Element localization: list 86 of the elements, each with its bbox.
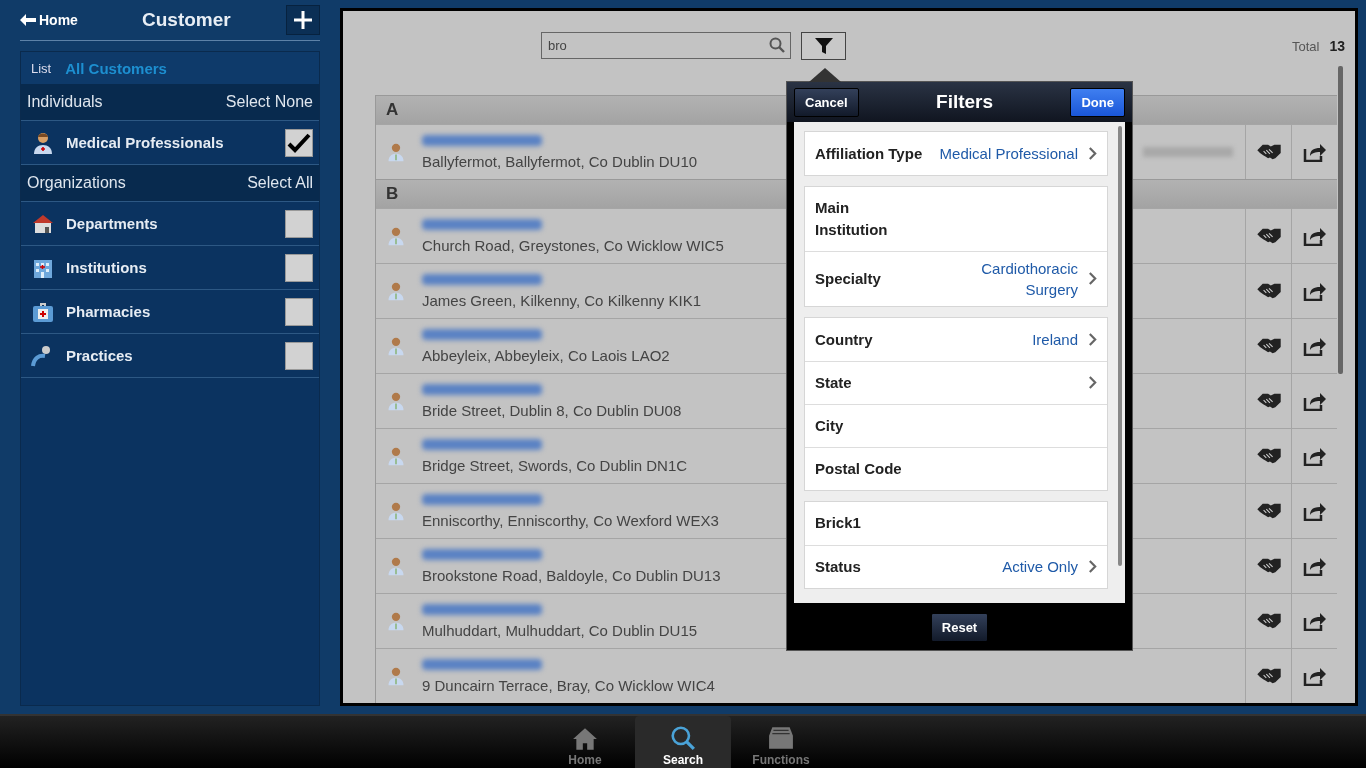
checkbox[interactable] [285,209,313,238]
handshake-icon [1255,143,1282,161]
customer-address: Bride Street, Dublin 8, Co Dublin DU08 [422,401,682,419]
filter-row[interactable]: City [805,403,1107,447]
share-icon [1302,391,1327,411]
customer-address: Brookstone Road, Baldoyle, Co Dublin DU13 [422,566,721,584]
handshake-icon [1255,447,1282,465]
handshake-icon [1255,337,1282,355]
share-icon [1302,281,1327,301]
page-title: Customer [142,9,232,31]
filter-row[interactable]: Status Active Only [805,544,1107,588]
done-button[interactable]: Done [1070,87,1125,117]
search-icon [670,725,696,751]
tab[interactable]: Home [537,716,633,768]
doctor-icon [386,665,406,687]
search-field[interactable]: bro [541,32,791,59]
checkbox[interactable] [285,253,313,282]
select-link[interactable]: Select All [247,174,313,192]
doctor-icon [386,555,406,577]
group-label: Individuals [27,93,103,111]
doctor-icon [31,130,55,155]
category-label: Departments [66,215,159,232]
filter-row[interactable]: Country Ireland [805,317,1107,361]
category-label: Medical Professionals [66,134,225,151]
scrollbar[interactable] [1338,66,1343,374]
scrollbar[interactable] [1118,126,1122,566]
back-arrow-icon [20,14,36,26]
filter-button[interactable] [801,32,846,60]
cancel-button[interactable]: Cancel [794,87,859,117]
share-icon [1302,336,1327,356]
handshake-icon [1255,392,1282,410]
house-icon [572,727,598,751]
doctor-icon [386,141,406,163]
checkbox[interactable] [285,297,313,326]
add-button[interactable] [286,5,320,35]
customer-address: 9 Duncairn Terrace, Bray, Co Wicklow WIC4 [422,676,715,694]
customer-address: Church Road, Greystones, Co Wicklow WIC5 [422,236,724,254]
category-label: Institutions [66,259,148,276]
group-label: Organizations [27,174,126,192]
doctor-icon [386,280,406,302]
total-label: Total [1291,39,1320,54]
home-back-link[interactable]: Home [20,12,142,28]
doctor-icon [386,335,406,357]
funnel-icon [813,36,834,56]
filter-row[interactable]: Specialty Cardiothoracic Surgery [805,250,1107,306]
plus-icon [293,10,313,30]
share-icon [1302,226,1327,246]
reset-button[interactable]: Reset [930,612,989,642]
customer-address: Ballyfermot, Ballyfermot, Co Dublin DU10 [422,152,698,170]
total-count: 13 [1329,38,1345,54]
category-label: Pharmacies [66,303,152,320]
doctor-icon [386,445,406,467]
list-label: List [31,60,52,76]
doctor-icon [386,225,406,247]
doctor-icon [386,500,406,522]
customer-address: Mulhuddart, Mulhuddart, Co Dublin DU15 [422,621,698,639]
handshake-icon [1255,502,1282,520]
handshake-icon [1255,667,1282,685]
customer-address: Enniscorthy, Enniscorthy, Co Wexford WEX3 [422,511,719,529]
handshake-icon [1255,612,1282,630]
customer-address: James Green, Kilkenny, Co Kilkenny KIK1 [422,291,702,309]
filter-row[interactable]: State [805,360,1107,404]
share-icon [1302,611,1327,631]
share-icon [1302,446,1327,466]
search-icon [769,37,785,53]
tab[interactable]: Functions [733,716,829,768]
handshake-icon [1255,557,1282,575]
drawer-icon [768,725,794,751]
customer-address: Abbeyleix, Abbeyleix, Co Laois LAO2 [422,346,670,364]
share-icon [1302,556,1327,576]
category-label: Practices [66,347,134,364]
share-icon [1302,666,1327,686]
share-icon [1302,142,1327,162]
select-link[interactable]: Select None [225,93,313,111]
doctor-icon [386,390,406,412]
filter-row[interactable]: Affiliation Type Medical Professional [805,132,1107,175]
filter-row[interactable]: Brick1 [805,501,1107,545]
filter-row[interactable]: Postal Code [805,446,1107,490]
handshake-icon [1255,282,1282,300]
customer-address: Bridge Street, Swords, Co Dublin DN1C [422,456,688,474]
checkbox[interactable] [285,341,313,370]
tab[interactable]: Search [635,716,731,768]
share-icon [1302,501,1327,521]
checkbox[interactable] [285,128,313,157]
handshake-icon [1255,227,1282,245]
doctor-icon [386,610,406,632]
